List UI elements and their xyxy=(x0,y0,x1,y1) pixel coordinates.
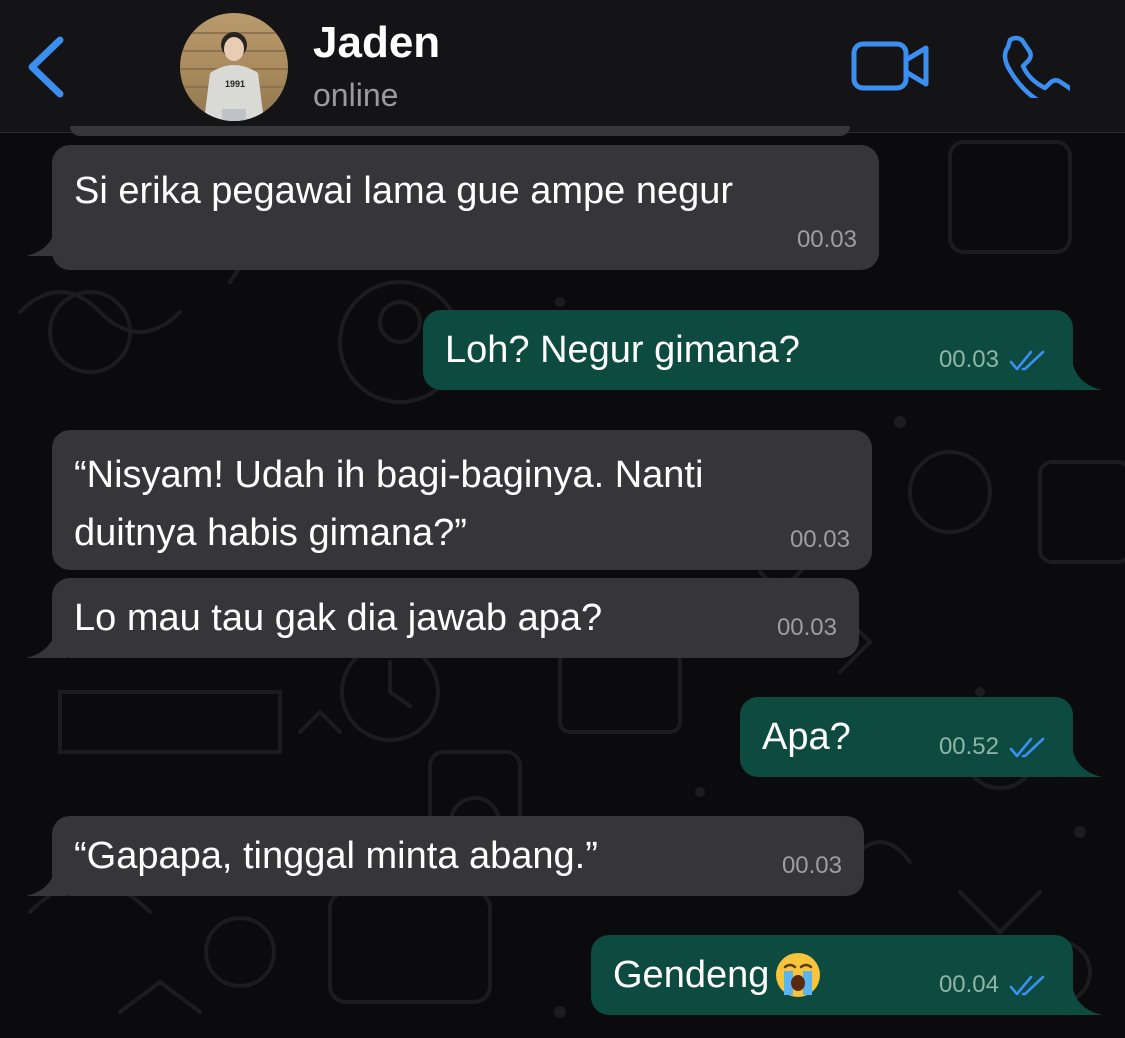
bubble-tail xyxy=(1058,985,1102,1015)
message-time: 00.03 xyxy=(781,852,842,879)
message-text: Lo mau tau gak dia jawab apa? xyxy=(74,597,603,639)
message-time: 00.52 xyxy=(938,733,999,760)
bubble-tail xyxy=(26,226,66,256)
message-bubble-outgoing[interactable]: Gendeng 00.04 xyxy=(591,935,1073,1015)
message-time: 00.03 xyxy=(796,226,857,253)
message-bubble-outgoing[interactable]: Loh? Negur gimana? 00.03 xyxy=(423,310,1073,390)
message-bubble-outgoing[interactable]: Apa? 00.52 xyxy=(740,697,1073,777)
message-text: Si erika pegawai lama gue ampe negur xyxy=(74,170,734,212)
bubble-tail xyxy=(26,866,66,896)
message-time: 00.03 xyxy=(776,614,837,641)
avatar[interactable]: 1991 xyxy=(180,13,288,121)
message-text: Apa? xyxy=(762,716,851,758)
message-bubble-incoming[interactable]: Si erika pegawai lama gue ampe negur 00.… xyxy=(52,145,879,270)
avatar-photo xyxy=(180,32,288,121)
phone-icon[interactable] xyxy=(1000,32,1070,98)
chevron-left-icon[interactable] xyxy=(22,32,72,102)
read-receipt-icon xyxy=(1009,350,1045,371)
bubble-tail xyxy=(1058,747,1102,777)
message-bubble-incoming[interactable]: “Gapapa, tinggal minta abang.” 00.03 xyxy=(52,816,864,896)
loudly-crying-face-icon xyxy=(776,953,821,997)
chat-header: 1991 Jaden online xyxy=(0,0,1125,133)
message-time: 00.04 xyxy=(938,971,999,998)
bubble-tail xyxy=(1058,360,1102,390)
previous-bubble-edge xyxy=(70,126,850,136)
message-time: 00.03 xyxy=(789,526,850,553)
contact-status: online xyxy=(313,77,399,113)
message-time: 00.03 xyxy=(938,346,999,373)
bubble-tail xyxy=(26,628,66,658)
message-text: “Nisyam! Udah ih bagi-baginya. Nanti dui… xyxy=(74,454,714,554)
video-camera-icon[interactable] xyxy=(850,38,932,94)
message-bubble-incoming[interactable]: “Nisyam! Udah ih bagi-baginya. Nanti dui… xyxy=(52,430,872,570)
message-bubble-incoming[interactable]: Lo mau tau gak dia jawab apa? 00.03 xyxy=(52,578,859,658)
message-text: “Gapapa, tinggal minta abang.” xyxy=(74,835,598,877)
read-receipt-icon xyxy=(1009,737,1045,758)
avatar-shirt-text: 1991 xyxy=(225,79,246,89)
read-receipt-icon xyxy=(1009,975,1045,996)
message-text: Gendeng xyxy=(613,954,770,996)
contact-name[interactable]: Jaden xyxy=(313,18,440,68)
